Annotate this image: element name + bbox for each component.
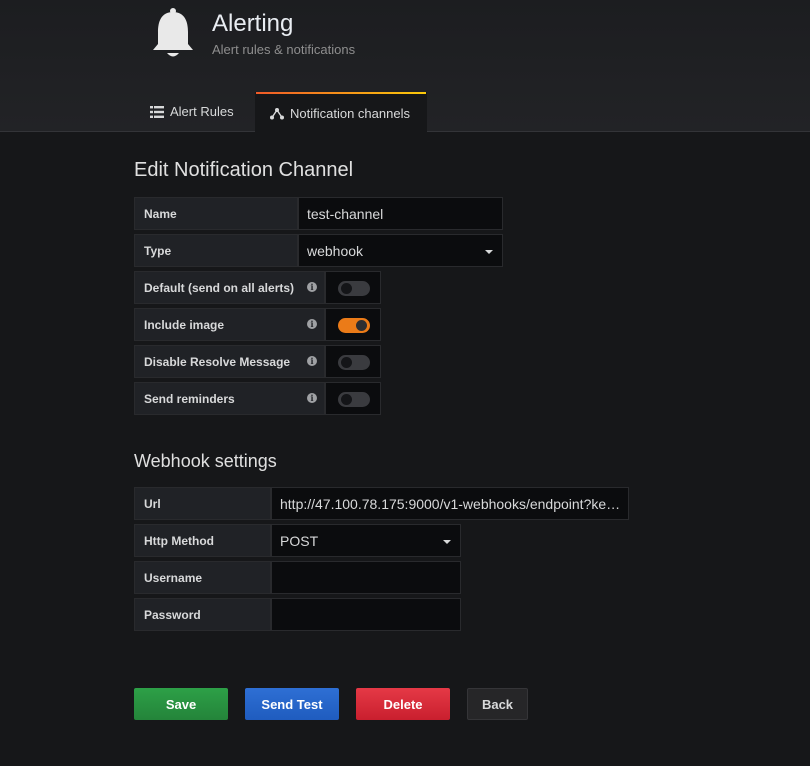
- chevron-down-icon: [485, 250, 493, 254]
- include-image-toggle[interactable]: [338, 318, 370, 333]
- http-method-value: POST: [280, 532, 319, 549]
- toggle-knob: [341, 283, 352, 294]
- name-label-text: Name: [144, 206, 177, 221]
- password-input[interactable]: [271, 598, 461, 631]
- send-reminders-switch-container: [325, 382, 381, 415]
- disable-resolve-label-text: Disable Resolve Message: [144, 354, 291, 369]
- username-label: Username: [134, 561, 271, 594]
- page-header: Alerting Alert rules & notifications Ale…: [0, 0, 810, 133]
- info-icon[interactable]: i: [307, 393, 317, 403]
- toggle-knob: [341, 394, 352, 405]
- send-test-button[interactable]: Send Test: [245, 688, 339, 720]
- include-image-label: Include image i: [134, 308, 325, 341]
- list-icon: [150, 105, 164, 118]
- username-input[interactable]: [271, 561, 461, 594]
- type-label-text: Type: [144, 243, 172, 258]
- url-input-value: http://47.100.78.175:9000/v1-webhooks/en…: [280, 495, 621, 512]
- disable-resolve-label: Disable Resolve Message i: [134, 345, 325, 378]
- include-image-label-text: Include image: [144, 317, 225, 332]
- bell-icon: [153, 8, 193, 57]
- http-method-select[interactable]: POST: [271, 524, 461, 557]
- webhook-settings-heading: Webhook settings: [134, 451, 277, 471]
- info-icon[interactable]: i: [307, 319, 317, 329]
- chevron-down-icon: [443, 540, 451, 544]
- info-icon[interactable]: i: [307, 356, 317, 366]
- url-input[interactable]: http://47.100.78.175:9000/v1-webhooks/en…: [271, 487, 629, 520]
- toggle-knob: [356, 320, 367, 331]
- disable-resolve-toggle[interactable]: [338, 355, 370, 370]
- default-switch-container: [325, 271, 381, 304]
- tab-alert-rules[interactable]: Alert Rules: [150, 92, 234, 131]
- send-reminders-label-text: Send reminders: [144, 391, 235, 406]
- tab-notification-channels-label: Notification channels: [290, 105, 410, 121]
- edit-channel-heading: Edit Notification Channel: [134, 159, 354, 181]
- url-label-text: Url: [144, 496, 161, 511]
- default-label: Default (send on all alerts) i: [134, 271, 325, 304]
- send-reminders-toggle[interactable]: [338, 392, 370, 407]
- send-reminders-label: Send reminders i: [134, 382, 325, 415]
- name-input-value: test-channel: [307, 205, 384, 222]
- type-select[interactable]: webhook: [298, 234, 503, 267]
- password-label-text: Password: [144, 607, 201, 622]
- name-input[interactable]: test-channel: [298, 197, 503, 230]
- name-label: Name: [134, 197, 298, 230]
- info-icon[interactable]: i: [307, 282, 317, 292]
- delete-button[interactable]: Delete: [356, 688, 450, 720]
- url-label: Url: [134, 487, 271, 520]
- tab-notification-channels[interactable]: Notification channels: [255, 92, 427, 133]
- include-image-switch-container: [325, 308, 381, 341]
- type-label: Type: [134, 234, 298, 267]
- page-title: Alerting: [212, 10, 294, 37]
- password-label: Password: [134, 598, 271, 631]
- username-label-text: Username: [144, 570, 203, 585]
- back-button[interactable]: Back: [467, 688, 528, 720]
- tab-alert-rules-label: Alert Rules: [170, 104, 234, 119]
- share-nodes-icon: [270, 107, 284, 119]
- http-method-label-text: Http Method: [144, 533, 214, 548]
- default-toggle[interactable]: [338, 281, 370, 296]
- toggle-knob: [341, 357, 352, 368]
- disable-resolve-switch-container: [325, 345, 381, 378]
- default-label-text: Default (send on all alerts): [144, 280, 295, 295]
- save-button[interactable]: Save: [134, 688, 228, 720]
- page-subtitle: Alert rules & notifications: [212, 42, 356, 57]
- type-select-value: webhook: [307, 242, 364, 259]
- http-method-label: Http Method: [134, 524, 271, 557]
